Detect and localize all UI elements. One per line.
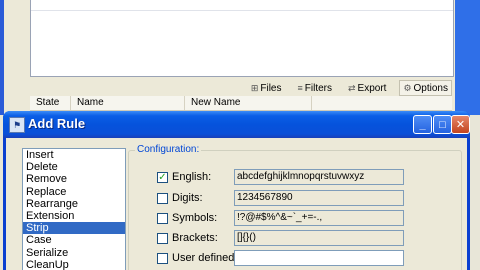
digits-checkbox[interactable]	[157, 192, 168, 204]
main-window: ⊞ Files ≡ Filters ⇄ Export ⚙ Options Sta…	[0, 0, 480, 115]
rule-item-insert[interactable]: Insert	[23, 149, 125, 161]
files-icon: ⊞	[250, 82, 259, 93]
bottom-toolbar: ⊞ Files ≡ Filters ⇄ Export ⚙ Options	[30, 80, 452, 96]
dialog-title: Add Rule	[28, 116, 86, 131]
options-icon: ⚙	[403, 82, 412, 93]
symbols-label[interactable]: Symbols:	[172, 212, 217, 224]
digits-option: Digits:	[157, 190, 203, 206]
rule-item-rearrange[interactable]: Rearrange	[23, 198, 125, 210]
options-button[interactable]: ⚙ Options	[399, 80, 452, 96]
export-label: Export	[357, 82, 387, 94]
digits-field[interactable]: 1234567890	[234, 190, 404, 206]
filters-button[interactable]: ≡ Filters	[295, 81, 336, 95]
list-row-divider	[31, 10, 453, 11]
column-state[interactable]: State	[30, 96, 71, 110]
english-label[interactable]: English:	[172, 171, 211, 183]
brackets-label[interactable]: Brackets:	[172, 232, 218, 244]
rule-item-delete[interactable]: Delete	[23, 161, 125, 173]
english-field[interactable]: abcdefghijklmnopqrstuvwxyz	[234, 169, 404, 185]
digits-label[interactable]: Digits:	[172, 192, 203, 204]
maximize-button[interactable]: □	[433, 115, 452, 134]
brackets-field[interactable]: []{}()	[234, 230, 404, 246]
symbols-option: Symbols:	[157, 210, 217, 226]
export-icon: ⇄	[348, 82, 356, 93]
files-button[interactable]: ⊞ Files	[248, 81, 285, 95]
minimize-button[interactable]: _	[413, 115, 432, 134]
close-button[interactable]: ✕	[451, 115, 470, 134]
rule-item-case[interactable]: Case	[23, 234, 125, 246]
files-label: Files	[260, 82, 282, 94]
configuration-legend: Configuration:	[135, 144, 202, 155]
user-defined-option: User defined:	[157, 250, 237, 266]
configuration-group: Configuration: ✓ English: abcdefghijklmnop…	[128, 144, 462, 270]
rule-list[interactable]: Insert Delete Remove Replace Rearrange Extens…	[22, 148, 126, 270]
symbols-field[interactable]: !?@#$%^&~`_+=-.,	[234, 210, 404, 226]
options-label: Options	[413, 82, 448, 94]
app-icon: ⚑	[9, 117, 25, 133]
column-name[interactable]: Name	[71, 96, 185, 110]
export-button[interactable]: ⇄ Export	[345, 81, 389, 95]
user-defined-checkbox[interactable]	[157, 252, 168, 264]
filter-icon: ≡	[297, 83, 303, 93]
rule-item-extension[interactable]: Extension	[23, 210, 125, 222]
dialog-client-area: Insert Delete Remove Replace Rearrange Extens…	[6, 138, 467, 270]
rule-item-remove[interactable]: Remove	[23, 173, 125, 185]
window-frame-right	[455, 0, 480, 115]
brackets-checkbox[interactable]	[157, 232, 168, 244]
brackets-option: Brackets:	[157, 230, 218, 246]
rule-item-serialize[interactable]: Serialize	[23, 247, 125, 259]
rule-item-cleanup[interactable]: CleanUp	[23, 259, 125, 270]
dialog-title-bar[interactable]: ⚑ Add Rule _ □ ✕	[3, 111, 470, 138]
rule-item-replace[interactable]: Replace	[23, 186, 125, 198]
filters-label: Filters	[304, 82, 332, 94]
add-rule-dialog: ⚑ Add Rule _ □ ✕ Insert Delete Remove Repla…	[3, 111, 470, 270]
english-option: ✓ English:	[157, 169, 211, 185]
column-header: State Name New Name	[30, 96, 452, 111]
preview-list[interactable]	[30, 0, 454, 77]
window-frame-left	[0, 0, 4, 115]
user-defined-label[interactable]: User defined:	[172, 252, 237, 264]
user-defined-field[interactable]	[234, 250, 404, 266]
rule-item-strip[interactable]: Strip	[23, 222, 125, 235]
symbols-checkbox[interactable]	[157, 212, 168, 224]
english-checkbox[interactable]: ✓	[157, 171, 168, 183]
column-new-name[interactable]: New Name	[185, 96, 312, 110]
